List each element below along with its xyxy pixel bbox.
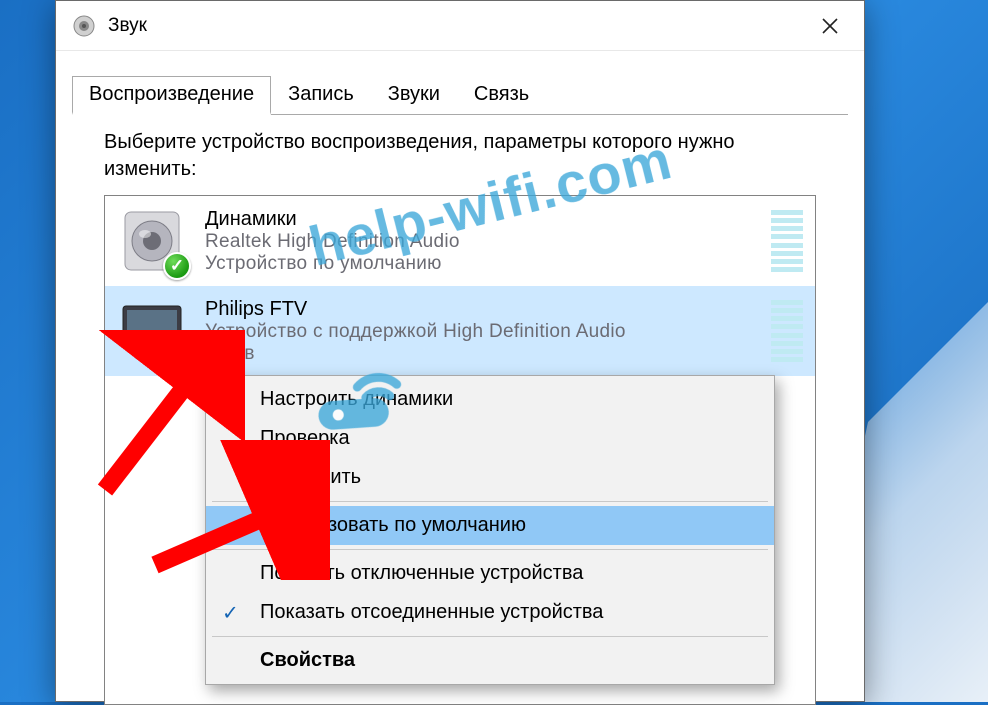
default-check-badge-icon: ✓ xyxy=(163,252,191,280)
ctx-separator xyxy=(212,501,768,502)
ctx-show-disabled[interactable]: Показать отключенные устройства xyxy=(206,554,774,593)
tab-comm[interactable]: Связь xyxy=(457,76,546,115)
checkmark-icon: ✓ xyxy=(222,600,239,625)
device-name: Динамики xyxy=(205,208,753,231)
ctx-test[interactable]: Проверка xyxy=(206,419,774,458)
instruction-text: Выберите устройство воспроизведения, пар… xyxy=(104,129,816,183)
ctx-configure-speakers[interactable]: Настроить динамики xyxy=(206,380,774,419)
device-driver: Устройство с поддержкой High Definition … xyxy=(205,321,753,343)
ctx-separator xyxy=(212,636,768,637)
ctx-properties[interactable]: Свойства xyxy=(206,641,774,680)
context-menu: Настроить динамики Проверка Отключить Ис… xyxy=(205,375,775,685)
sound-app-icon xyxy=(72,14,96,38)
speaker-icon: ✓ xyxy=(117,206,187,276)
phone-badge-icon xyxy=(163,342,191,370)
tab-recording[interactable]: Запись xyxy=(271,76,371,115)
tab-playback[interactable]: Воспроизведение xyxy=(72,76,271,115)
device-status: Устройство по умолчанию xyxy=(205,253,753,275)
tab-sounds[interactable]: Звуки xyxy=(371,76,457,115)
ctx-separator xyxy=(212,549,768,550)
device-name: Philips FTV xyxy=(205,298,753,321)
device-item-philips[interactable]: Philips FTV Устройство с поддержкой High… xyxy=(105,286,815,376)
device-status: Готов xyxy=(205,343,753,365)
window-title: Звук xyxy=(108,15,800,37)
ctx-show-disconnected[interactable]: ✓ Показать отсоединенные устройства xyxy=(206,593,774,632)
close-icon xyxy=(822,18,838,34)
device-info: Philips FTV Устройство с поддержкой High… xyxy=(205,296,753,365)
level-meter-icon xyxy=(771,206,803,276)
close-button[interactable] xyxy=(800,3,860,49)
device-driver: Realtek High Definition Audio xyxy=(205,231,753,253)
level-meter-icon xyxy=(771,296,803,366)
ctx-set-default[interactable]: Использовать по умолчанию xyxy=(206,506,774,545)
ctx-show-disconnected-label: Показать отсоединенные устройства xyxy=(260,601,603,623)
ctx-disable[interactable]: Отключить xyxy=(206,458,774,497)
device-item-speakers[interactable]: ✓ Динамики Realtek High Definition Audio… xyxy=(105,196,815,286)
device-info: Динамики Realtek High Definition Audio У… xyxy=(205,206,753,275)
titlebar: Звук xyxy=(56,1,864,51)
monitor-icon xyxy=(117,296,187,366)
tab-row: Воспроизведение Запись Звуки Связь xyxy=(72,75,848,115)
